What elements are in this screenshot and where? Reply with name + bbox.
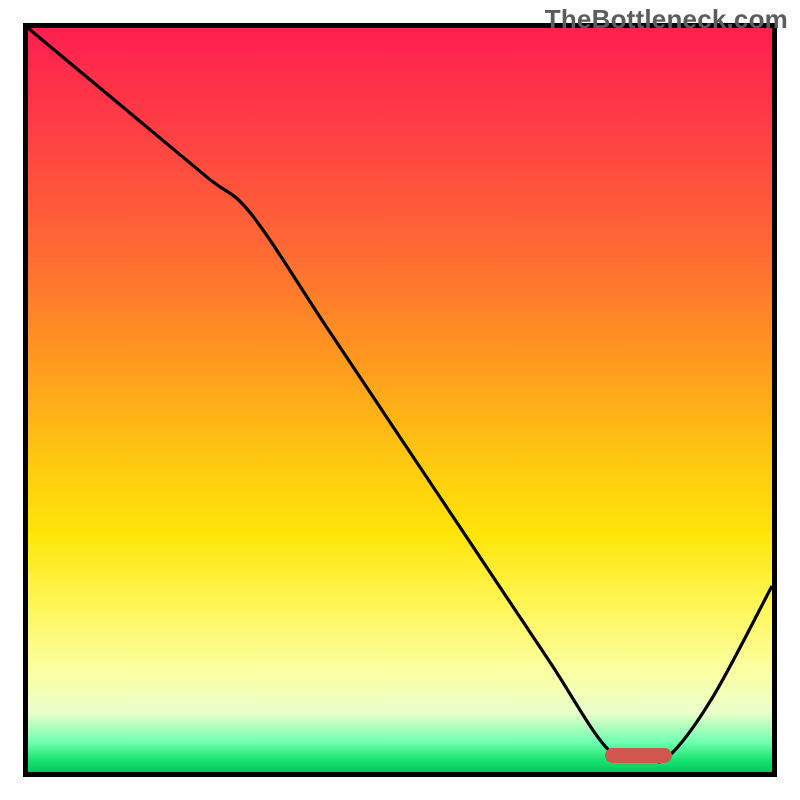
bottleneck-curve-path (28, 28, 772, 762)
watermark-text: TheBottleneck.com (545, 4, 788, 35)
bottleneck-chart: TheBottleneck.com (0, 0, 800, 800)
plot-area (23, 23, 777, 777)
optimal-marker (605, 748, 672, 763)
curve-svg (28, 28, 772, 772)
